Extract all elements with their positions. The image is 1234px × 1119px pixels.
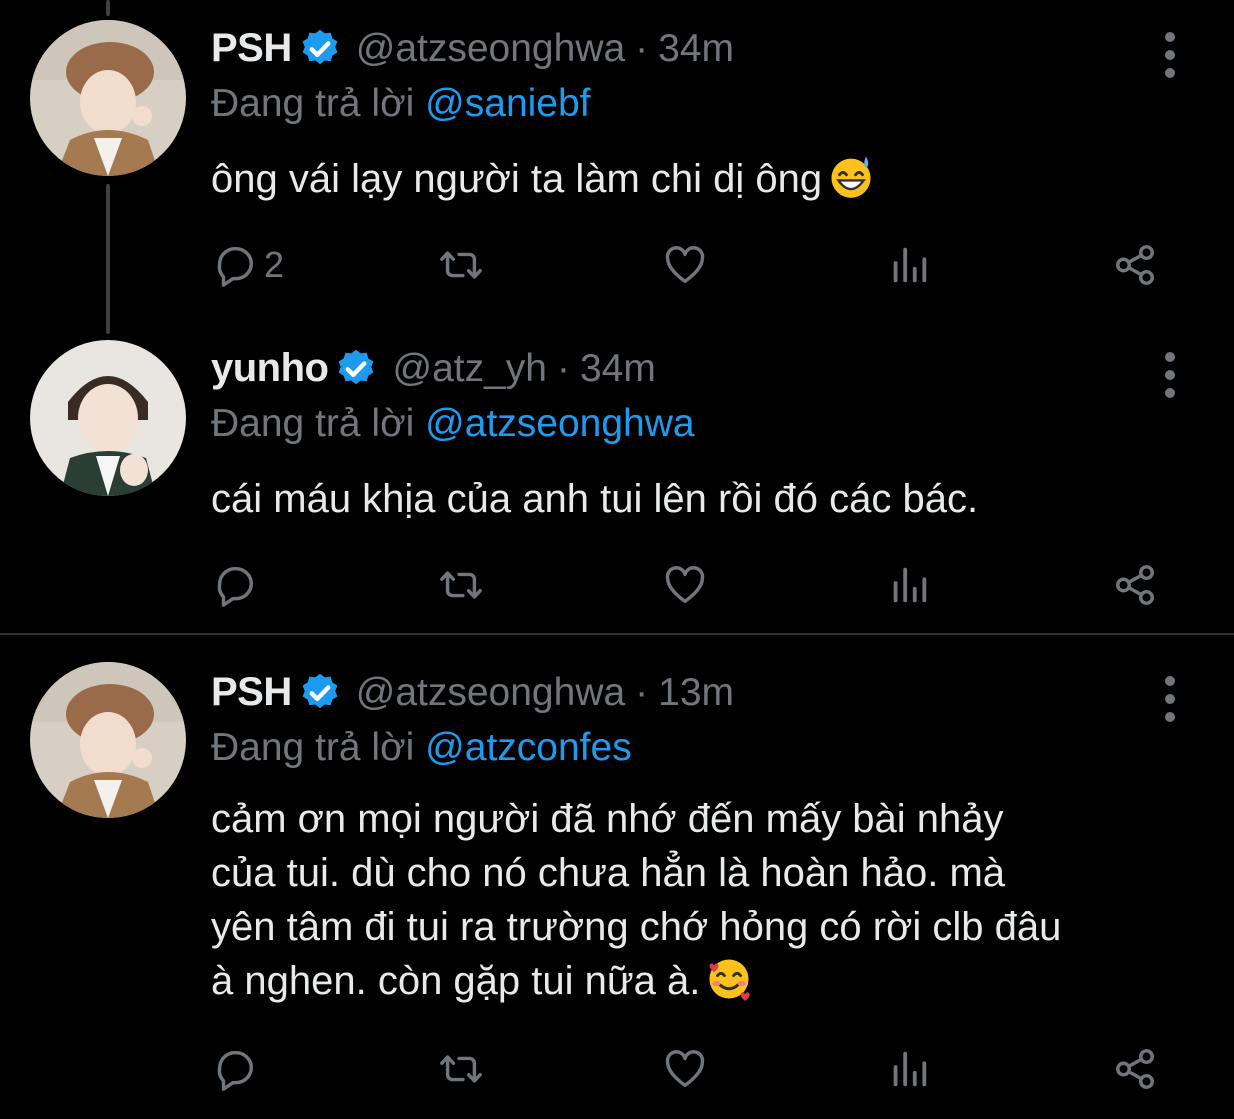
user-handle[interactable]: @atzseonghwa xyxy=(356,671,625,715)
share-icon xyxy=(1116,1049,1154,1089)
tweet-header: PSH @atzseonghwa · 13m xyxy=(211,670,734,715)
tweet-text: cái máu khịa của anh tui lên rồi đó các … xyxy=(211,472,1211,526)
avatar-psh[interactable] xyxy=(30,662,186,818)
reply-prefix: Đang trả lời xyxy=(211,82,415,125)
tweet-text-line-last: à nghen. còn gặp tui nữa à. xyxy=(211,954,1211,1008)
retweet-icon xyxy=(440,1055,482,1083)
reply-mention-link[interactable]: @atzconfes xyxy=(425,726,632,769)
analytics-button[interactable] xyxy=(886,240,932,290)
tweet-header: yunho @atz_yh · 34m xyxy=(211,346,656,391)
like-button[interactable] xyxy=(662,1044,708,1094)
analytics-button[interactable] xyxy=(886,560,932,610)
verified-badge-icon xyxy=(298,27,342,71)
tweet-text-content: cái máu khịa của anh tui lên rồi đó các … xyxy=(211,477,979,521)
verified-badge-icon xyxy=(334,347,378,391)
heart-icon xyxy=(665,246,705,284)
retweet-button[interactable] xyxy=(438,560,484,610)
tweet-3[interactable]: PSH @atzseonghwa · 13m Đang trả lời @atz… xyxy=(0,640,1234,1119)
retweet-button[interactable] xyxy=(438,240,484,290)
tweet-text: cảm ơn mọi người đã nhớ đến mấy bài nhảy… xyxy=(211,792,1211,1008)
tweet-actions xyxy=(0,560,1234,610)
share-button[interactable] xyxy=(1112,560,1158,610)
reply-icon xyxy=(217,1050,253,1091)
reply-button[interactable] xyxy=(212,1044,264,1094)
timestamp[interactable]: 34m xyxy=(580,347,656,391)
analytics-button[interactable] xyxy=(886,1044,932,1094)
reply-mention-link[interactable]: @saniebf xyxy=(425,82,590,125)
share-button[interactable] xyxy=(1112,1044,1158,1094)
tweet-actions xyxy=(0,1044,1234,1094)
tweet-text-line: yên tâm đi tui ra trường chớ hỏng có rời… xyxy=(211,905,1062,949)
reply-mention-link[interactable]: @atzseonghwa xyxy=(425,402,694,445)
separator-dot: · xyxy=(635,26,649,70)
user-handle[interactable]: @atzseonghwa xyxy=(356,27,625,71)
more-vertical-icon[interactable] xyxy=(1158,352,1182,412)
share-icon xyxy=(1116,565,1154,605)
reply-icon xyxy=(217,566,253,607)
avatar-psh[interactable] xyxy=(30,20,186,176)
like-button[interactable] xyxy=(662,560,708,610)
tweet-text: ông vái lạy người ta làm chi dị ông xyxy=(211,152,1211,206)
tweet-2[interactable]: yunho @atz_yh · 34m Đang trả lời @atzseo… xyxy=(0,320,1234,632)
heart-icon xyxy=(665,1050,705,1088)
display-name[interactable]: PSH xyxy=(211,26,292,71)
analytics-icon xyxy=(893,247,927,283)
more-vertical-icon[interactable] xyxy=(1158,676,1182,736)
replying-to: Đang trả lời @atzconfes xyxy=(211,726,632,770)
display-name[interactable]: yunho xyxy=(211,346,329,391)
analytics-icon xyxy=(893,1051,927,1087)
share-icon xyxy=(1116,245,1154,285)
tweet-divider xyxy=(0,633,1234,635)
grinning-sweat-emoji xyxy=(828,154,874,200)
tweet-1[interactable]: PSH @atzseonghwa · 34m Đang trả lời @san… xyxy=(0,0,1234,320)
retweet-icon xyxy=(440,571,482,599)
separator-dot: · xyxy=(556,346,570,390)
reply-count: 2 xyxy=(264,244,285,285)
more-vertical-icon[interactable] xyxy=(1158,32,1182,92)
reply-button[interactable]: 2 xyxy=(212,240,284,290)
analytics-icon xyxy=(893,567,927,603)
user-handle[interactable]: @atz_yh xyxy=(392,347,547,391)
tweet-text-line: của tui. dù cho nó chưa hẳn là hoàn hảo.… xyxy=(211,851,1006,895)
tweet-text-content: ông vái lạy người ta làm chi dị ông xyxy=(211,157,823,201)
verified-badge-icon xyxy=(298,671,342,715)
separator-dot: · xyxy=(635,670,649,714)
reply-prefix: Đang trả lời xyxy=(211,726,415,769)
timestamp[interactable]: 13m xyxy=(658,671,734,715)
tweet-actions: 2 xyxy=(0,240,1234,290)
timestamp[interactable]: 34m xyxy=(658,27,734,71)
reply-button[interactable] xyxy=(212,560,264,610)
retweet-icon xyxy=(440,251,482,279)
smiling-face-with-hearts-emoji xyxy=(706,956,752,1002)
heart-icon xyxy=(665,566,705,604)
replying-to: Đang trả lời @saniebf xyxy=(211,82,591,126)
share-button[interactable] xyxy=(1112,240,1158,290)
tweet-text-line: cảm ơn mọi người đã nhớ đến mấy bài nhảy xyxy=(211,797,1004,841)
tweet-header: PSH @atzseonghwa · 34m xyxy=(211,26,734,71)
reply-icon xyxy=(217,246,253,287)
replying-to: Đang trả lời @atzseonghwa xyxy=(211,402,695,446)
avatar-yunho[interactable] xyxy=(30,340,186,496)
like-button[interactable] xyxy=(662,240,708,290)
display-name[interactable]: PSH xyxy=(211,670,292,715)
retweet-button[interactable] xyxy=(438,1044,484,1094)
tweet-text-line: à nghen. còn gặp tui nữa à. xyxy=(211,959,701,1003)
reply-prefix: Đang trả lời xyxy=(211,402,415,445)
